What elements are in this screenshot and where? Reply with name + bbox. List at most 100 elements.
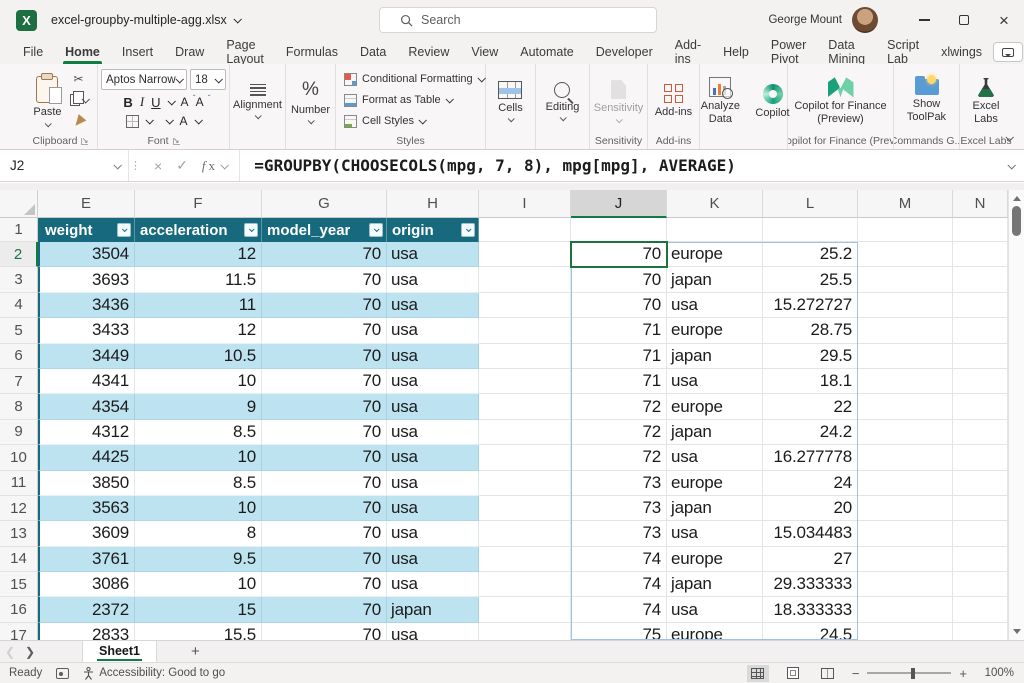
maximize-button[interactable]	[944, 0, 984, 40]
cell-M15[interactable]	[858, 572, 953, 597]
cell-F14[interactable]: 9.5	[135, 547, 262, 572]
cell-M16[interactable]	[858, 597, 953, 622]
cell-F5[interactable]: 12	[135, 318, 262, 343]
tab-draw[interactable]: Draw	[164, 40, 215, 64]
cell-F16[interactable]: 15	[135, 597, 262, 622]
cell-H14[interactable]: usa	[387, 547, 479, 572]
cell-K10[interactable]: usa	[667, 445, 763, 470]
row-header-13[interactable]: 13	[0, 521, 38, 546]
cell-M4[interactable]	[858, 293, 953, 318]
next-sheet-button[interactable]: ❯	[20, 645, 40, 659]
tab-xlwings[interactable]: xlwings	[930, 40, 993, 64]
cell-H6[interactable]: usa	[387, 344, 479, 369]
cell-G2[interactable]: 70	[262, 242, 387, 267]
copy-button[interactable]	[67, 92, 91, 109]
cell-L14[interactable]: 27	[763, 547, 858, 572]
cell-E14[interactable]: 3761	[38, 547, 135, 572]
cell-E10[interactable]: 4425	[38, 445, 135, 470]
cell-M13[interactable]	[858, 521, 953, 546]
cell-N7[interactable]	[953, 369, 1008, 394]
cell-L5[interactable]: 28.75	[763, 318, 858, 343]
cell-N15[interactable]	[953, 572, 1008, 597]
column-header-J[interactable]: J	[571, 190, 667, 218]
cell-N4[interactable]	[953, 293, 1008, 318]
cell-J1[interactable]	[571, 218, 667, 242]
cell-E16[interactable]: 2372	[38, 597, 135, 622]
cell-F13[interactable]: 8	[135, 521, 262, 546]
cell-F6[interactable]: 10.5	[135, 344, 262, 369]
cell-G9[interactable]: 70	[262, 420, 387, 445]
tab-formulas[interactable]: Formulas	[275, 40, 349, 64]
cell-E15[interactable]: 3086	[38, 572, 135, 597]
font-color-button[interactable]: A	[179, 114, 187, 128]
cell-F1[interactable]: acceleration	[135, 218, 262, 242]
cell-I16[interactable]	[479, 597, 571, 622]
italic-button[interactable]: I	[140, 94, 144, 110]
cell-M12[interactable]	[858, 496, 953, 521]
cell-E4[interactable]: 3436	[38, 293, 135, 318]
cell-J16[interactable]: 74	[571, 597, 667, 622]
cell-E11[interactable]: 3850	[38, 471, 135, 496]
cell-G15[interactable]: 70	[262, 572, 387, 597]
column-header-H[interactable]: H	[387, 190, 479, 218]
cell-G4[interactable]: 70	[262, 293, 387, 318]
row-header-11[interactable]: 11	[0, 471, 38, 496]
cell-M9[interactable]	[858, 420, 953, 445]
cell-L6[interactable]: 29.5	[763, 344, 858, 369]
cell-M6[interactable]	[858, 344, 953, 369]
cell-M8[interactable]	[858, 394, 953, 419]
cell-I14[interactable]	[479, 547, 571, 572]
cell-H15[interactable]: usa	[387, 572, 479, 597]
cell-I13[interactable]	[479, 521, 571, 546]
cell-F15[interactable]: 10	[135, 572, 262, 597]
cell-M1[interactable]	[858, 218, 953, 242]
cell-F12[interactable]: 10	[135, 496, 262, 521]
cell-K2[interactable]: europe	[667, 242, 763, 267]
cell-I17[interactable]	[479, 623, 571, 640]
paste-button[interactable]: Paste	[30, 73, 64, 127]
borders-button[interactable]	[126, 115, 139, 128]
column-header-G[interactable]: G	[262, 190, 387, 218]
cell-styles-button[interactable]: Cell Styles	[344, 111, 425, 131]
column-header-N[interactable]: N	[953, 190, 1008, 218]
cell-L15[interactable]: 29.333333	[763, 572, 858, 597]
search-input[interactable]	[421, 13, 621, 27]
cell-M7[interactable]	[858, 369, 953, 394]
cell-H3[interactable]: usa	[387, 267, 479, 292]
cells-button[interactable]: Cells	[495, 78, 525, 123]
cell-J14[interactable]: 74	[571, 547, 667, 572]
column-header-F[interactable]: F	[135, 190, 262, 218]
tab-home[interactable]: Home	[54, 40, 111, 64]
comments-button[interactable]	[993, 42, 1023, 62]
tab-review[interactable]: Review	[397, 40, 460, 64]
cell-K16[interactable]: usa	[667, 597, 763, 622]
zoom-slider[interactable]	[867, 672, 951, 674]
cell-G3[interactable]: 70	[262, 267, 387, 292]
cell-N5[interactable]	[953, 318, 1008, 343]
page-layout-view-button[interactable]	[782, 665, 804, 682]
cell-E9[interactable]: 4312	[38, 420, 135, 445]
cell-N14[interactable]	[953, 547, 1008, 572]
cell-J4[interactable]: 70	[571, 293, 667, 318]
cell-M2[interactable]	[858, 242, 953, 267]
tab-automate[interactable]: Automate	[509, 40, 585, 64]
cell-J5[interactable]: 71	[571, 318, 667, 343]
tab-script-lab[interactable]: Script Lab	[876, 40, 930, 64]
font-name-select[interactable]: Aptos Narrow	[101, 69, 187, 90]
cell-J3[interactable]: 70	[571, 267, 667, 292]
tab-help[interactable]: Help	[712, 40, 760, 64]
cell-K5[interactable]: europe	[667, 318, 763, 343]
scroll-down-button[interactable]	[1013, 629, 1021, 634]
cell-G13[interactable]: 70	[262, 521, 387, 546]
cell-N13[interactable]	[953, 521, 1008, 546]
cell-M14[interactable]	[858, 547, 953, 572]
cell-G14[interactable]: 70	[262, 547, 387, 572]
insert-function-button[interactable]: fx	[202, 158, 227, 174]
row-header-14[interactable]: 14	[0, 547, 38, 572]
cell-L12[interactable]: 20	[763, 496, 858, 521]
zoom-out-button[interactable]: −	[852, 666, 860, 681]
cell-G17[interactable]: 70	[262, 623, 387, 640]
row-header-10[interactable]: 10	[0, 445, 38, 470]
filter-model-year[interactable]	[369, 223, 383, 237]
format-painter-button[interactable]	[67, 113, 91, 130]
